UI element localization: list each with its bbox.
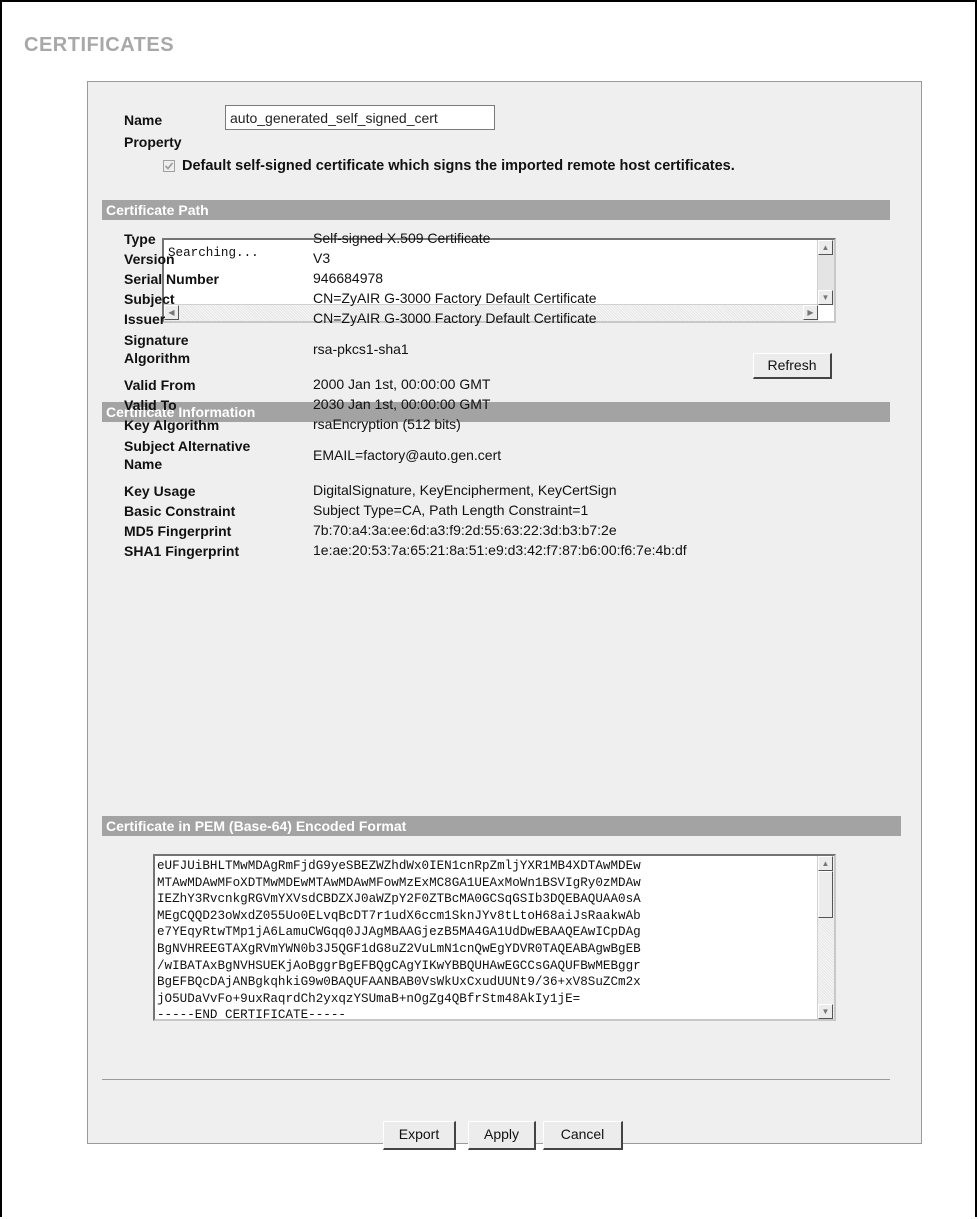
info-value: Self-signed X.509 Certificate	[313, 230, 491, 246]
pem-text: eUFJUiBHLTMwMDAgRmFjdG9yeSBEZWZhdWx0IEN1…	[155, 856, 834, 1021]
pem-line: jO5UDaVvFo+9uxRaqrdCh2yxqzYSUmaB+nOgZg4Q…	[157, 991, 581, 1006]
info-label: Key Algorithm	[124, 417, 220, 433]
info-value: 7b:70:a4:3a:ee:6d:a3:f9:2d:55:63:22:3d:b…	[313, 522, 617, 538]
pem-line: BgEFBQcDAjANBgkqhkiG9w0BAQUFAANBAB0VsWkU…	[157, 975, 641, 990]
info-value: rsa-pkcs1-sha1	[313, 341, 409, 357]
page-title: CERTIFICATES	[24, 34, 175, 56]
info-label-line: Algorithm	[124, 350, 191, 366]
info-label: Signature Algorithm	[124, 331, 190, 367]
info-value: CN=ZyAIR G-3000 Factory Default Certific…	[313, 310, 597, 326]
pem-line: BgNVHREEGTAXgRVmYWN0b3J5QGF1dG8uZ2VuLmN1…	[157, 941, 641, 956]
info-value: 2030 Jan 1st, 00:00:00 GMT	[313, 396, 491, 412]
info-label: Serial Number	[124, 271, 219, 287]
property-label: Property	[124, 134, 182, 150]
divider	[102, 1079, 890, 1080]
info-label: Version	[124, 251, 175, 267]
export-button[interactable]: Export	[383, 1121, 456, 1150]
info-label-line: Signature	[124, 332, 189, 348]
name-field[interactable]	[225, 105, 495, 130]
info-value: 1e:ae:20:53:7a:65:21:8a:51:e9:d3:42:f7:8…	[313, 542, 687, 558]
cancel-button[interactable]: Cancel	[543, 1121, 623, 1150]
pem-textarea[interactable]: eUFJUiBHLTMwMDAgRmFjdG9yeSBEZWZhdWx0IEN1…	[153, 854, 836, 1021]
scroll-right-icon[interactable]: ▶	[803, 305, 818, 320]
pem-line: e7YEqyRtwTMp1jA6LamuCWGqq0JJAgMBAAGjezB5…	[157, 925, 641, 940]
certificate-path-text: Searching...	[168, 246, 259, 260]
info-value: CN=ZyAIR G-3000 Factory Default Certific…	[313, 290, 597, 306]
info-value: EMAIL=factory@auto.gen.cert	[313, 447, 502, 463]
certificate-info-header: Certificate Information	[102, 402, 890, 422]
info-value: rsaEncryption (512 bits)	[313, 416, 461, 432]
scroll-up-icon[interactable]: ▲	[818, 856, 833, 871]
pem-line: IEZhY3RvcnkgRGVmYXVsdCBDZXJ0aWZpY2F0ZTBc…	[157, 892, 641, 907]
info-label: Valid To	[124, 397, 177, 413]
info-label: Issuer	[124, 311, 166, 327]
pem-line: /wIBATAxBgNVHSUEKjAoBggrBgEFBQgCAgYIKwYB…	[157, 958, 641, 973]
pem-line: eUFJUiBHLTMwMDAgRmFjdG9yeSBEZWZhdWx0IEN1…	[157, 859, 641, 873]
info-label: Key Usage	[124, 483, 196, 499]
path-vertical-scrollbar[interactable]: ▲ ▼	[817, 240, 834, 305]
scroll-down-icon[interactable]: ▼	[818, 1004, 833, 1019]
refresh-button[interactable]: Refresh	[753, 353, 832, 379]
info-label: MD5 Fingerprint	[124, 523, 232, 539]
info-value: DigitalSignature, KeyEncipherment, KeyCe…	[313, 482, 617, 498]
info-value: Subject Type=CA, Path Length Constraint=…	[313, 502, 589, 518]
info-value: 2000 Jan 1st, 00:00:00 GMT	[313, 376, 491, 392]
scroll-down-icon[interactable]: ▼	[818, 290, 833, 305]
info-value: V3	[313, 250, 331, 266]
info-label: Subject	[124, 291, 175, 307]
checkmark-icon	[164, 162, 174, 170]
info-value: 946684978	[313, 270, 384, 286]
apply-button[interactable]: Apply	[468, 1121, 536, 1150]
pem-line: MEgCQQD23oWxdZ055Uo0ELvqBcDT7r1udX6ccm1S…	[157, 908, 641, 923]
info-label: SHA1 Fingerprint	[124, 543, 240, 559]
pem-line: -----END CERTIFICATE-----	[157, 1008, 346, 1021]
scroll-thumb[interactable]	[818, 871, 833, 918]
certificate-edit-panel: Name Property Default self-signed certif…	[87, 81, 922, 1150]
name-label: Name	[124, 112, 163, 128]
pem-header: Certificate in PEM (Base-64) Encoded For…	[102, 816, 901, 836]
info-label-line: Name	[124, 456, 163, 472]
default-cert-label: Default self-signed certificate which si…	[182, 158, 735, 174]
pem-line: MTAwMDAwMFoXDTMwMDEwMTAwMDAwMFowMzExMC8G…	[157, 875, 641, 890]
info-label: Subject Alternative Name	[124, 437, 250, 473]
pem-vertical-scrollbar[interactable]: ▲ ▼	[817, 856, 834, 1019]
info-label: Basic Constraint	[124, 503, 236, 519]
info-label-line: Subject Alternative	[124, 438, 251, 454]
scroll-up-icon[interactable]: ▲	[818, 240, 833, 255]
certificate-path-header: Certificate Path	[102, 200, 890, 220]
info-label: Valid From	[124, 377, 196, 393]
default-cert-checkbox[interactable]	[163, 160, 175, 172]
info-label: Type	[124, 231, 156, 247]
